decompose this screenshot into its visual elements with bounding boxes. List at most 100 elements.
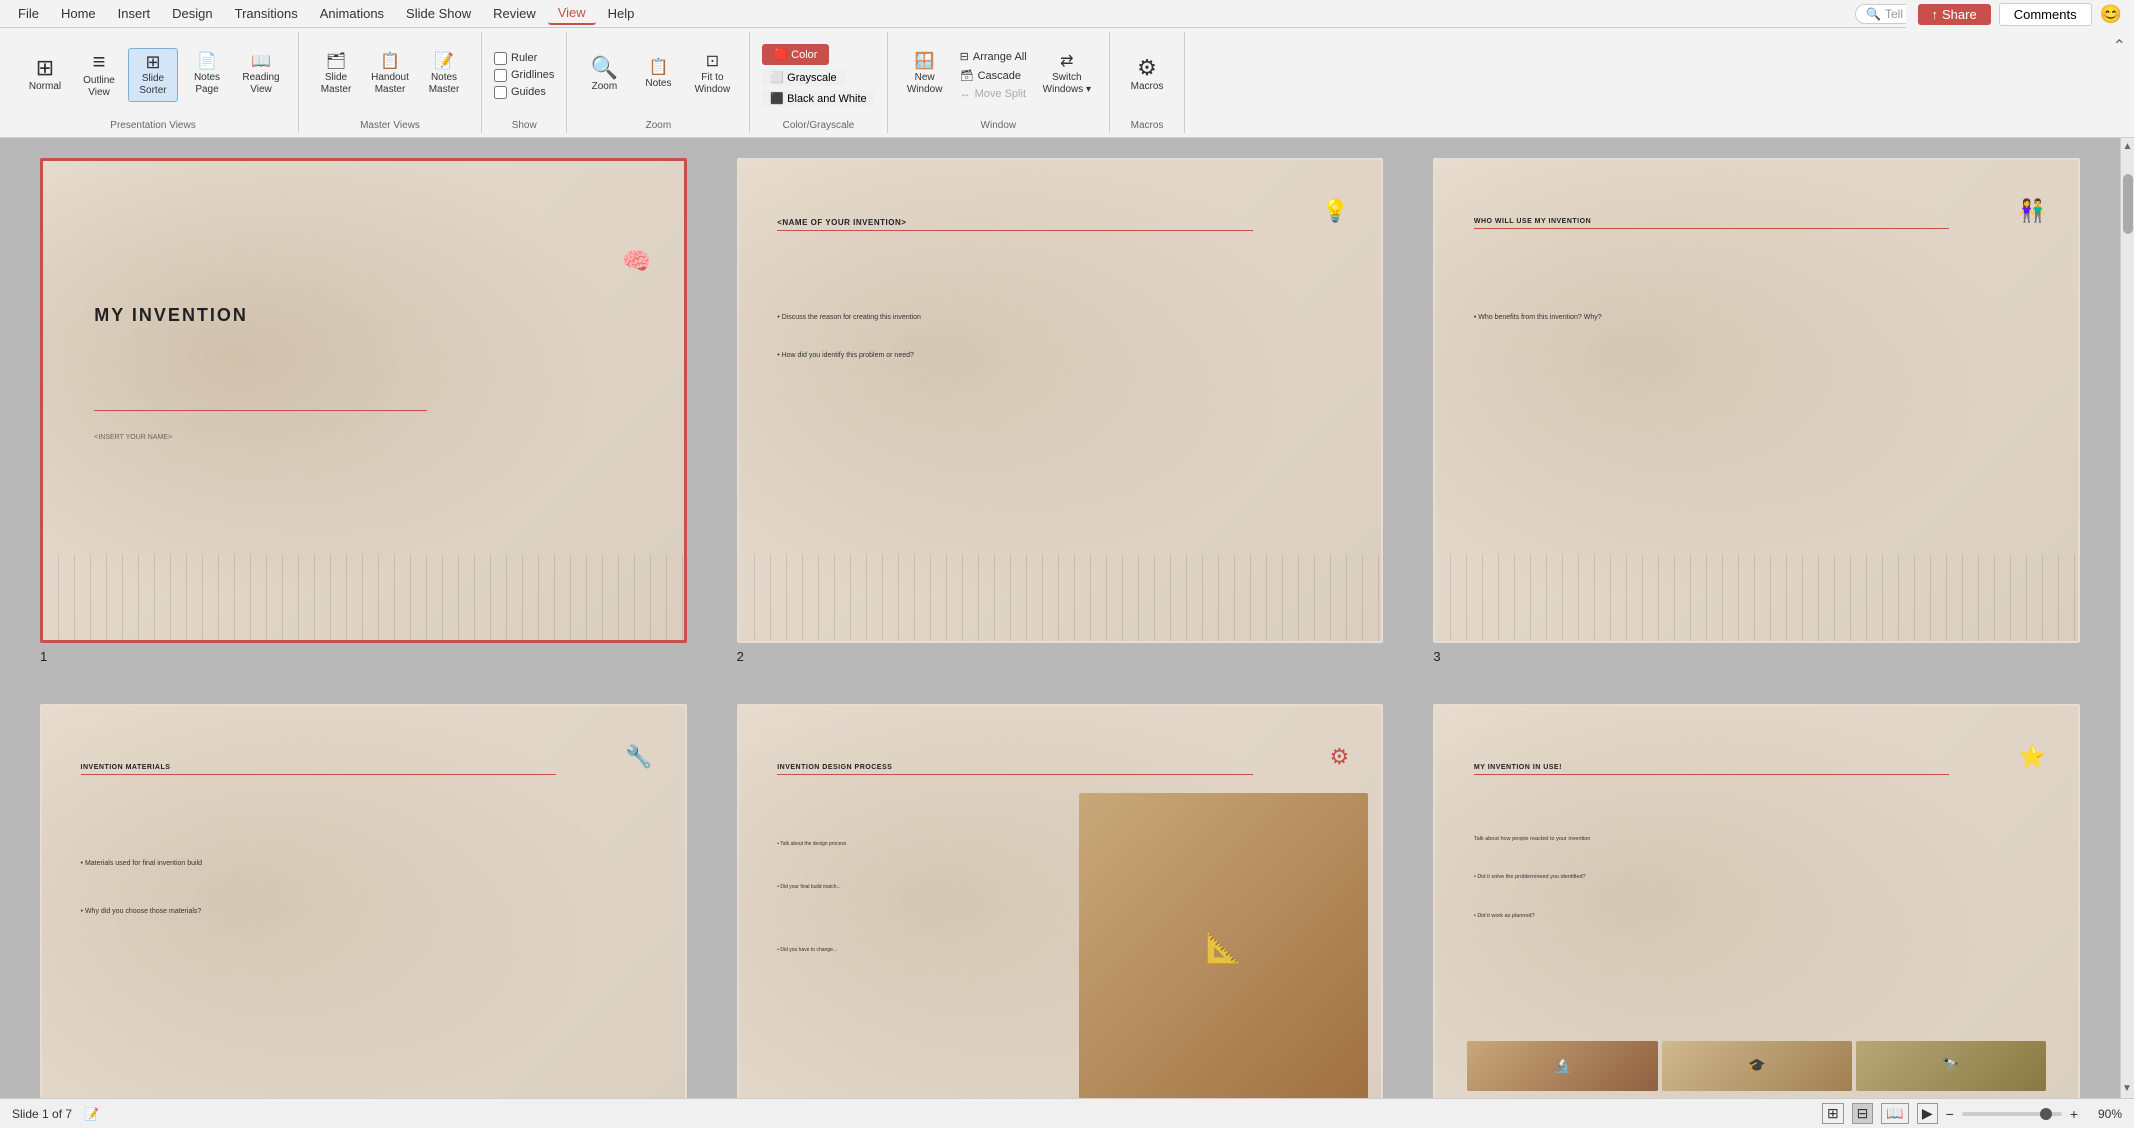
switch-windows-button[interactable]: ⇄ SwitchWindows ▾ xyxy=(1037,50,1097,100)
handout-master-button[interactable]: 📋 HandoutMaster xyxy=(365,50,415,100)
zoom-icon: 🔍 xyxy=(591,57,618,79)
slide-thumb-1[interactable]: MY INVENTION <INSERT YOUR NAME> 🧠 xyxy=(40,158,687,643)
slide-5-heading: INVENTION DESIGN PROCESS xyxy=(777,764,1253,775)
window-buttons: 🪟 NewWindow ⊟ Arrange All 🗃 Cascade ↔ Mo… xyxy=(900,32,1097,118)
slide-container-2: <NAME OF YOUR INVENTION> • Discuss the r… xyxy=(737,158,1384,664)
zoom-plus-button[interactable]: + xyxy=(2070,1106,2078,1122)
new-window-button[interactable]: 🪟 NewWindow xyxy=(900,50,950,100)
slide-3-icon: 👫 xyxy=(2018,198,2045,224)
ruler-checkbox[interactable]: Ruler xyxy=(494,51,537,66)
macros-buttons: ⚙ Macros xyxy=(1122,32,1172,118)
outline-view-button[interactable]: ≡ OutlineView xyxy=(74,47,124,103)
grayscale-button[interactable]: ⬜ Grayscale xyxy=(762,69,844,86)
menu-view[interactable]: View xyxy=(548,2,596,25)
status-slide-sorter-icon[interactable]: ⊟ xyxy=(1852,1103,1874,1124)
slide-1-redline xyxy=(94,410,427,411)
status-slide-show-icon[interactable]: ▶ xyxy=(1917,1103,1938,1124)
slide-5-icon: ⚙ xyxy=(1329,744,1349,770)
ribbon-expand-icon[interactable]: ⌃ xyxy=(2113,36,2126,56)
slide-4-heading: INVENTION MATERIALS xyxy=(81,764,557,775)
notes-master-button[interactable]: 📝 NotesMaster xyxy=(419,50,469,100)
notes-button[interactable]: 📋 Notes xyxy=(633,56,683,94)
slide-6-heading: MY INVENTION IN USE! xyxy=(1474,764,1950,775)
cascade-button[interactable]: 🗃 Cascade xyxy=(954,67,1033,84)
reading-view-icon: 📖 xyxy=(251,54,271,70)
zoom-level[interactable]: 90% xyxy=(2086,1107,2122,1121)
slide-sorter-button[interactable]: ⊞ SlideSorter xyxy=(128,48,178,102)
presentation-views-buttons: ⊞ Normal ≡ OutlineView ⊞ SlideSorter 📄 N… xyxy=(20,32,286,118)
menu-animations[interactable]: Animations xyxy=(310,3,394,24)
ruler-input[interactable] xyxy=(494,52,507,65)
emoji-icon: 😊 xyxy=(2100,4,2122,25)
slide-thumb-2[interactable]: <NAME OF YOUR INVENTION> • Discuss the r… xyxy=(737,158,1384,643)
status-normal-view-icon[interactable]: ⊞ xyxy=(1822,1103,1844,1124)
move-split-icon: ↔ xyxy=(960,88,971,100)
menu-home[interactable]: Home xyxy=(51,3,106,24)
zoom-slider-thumb xyxy=(2040,1108,2052,1120)
gridlines-input[interactable] xyxy=(494,69,507,82)
scrollbar-right[interactable]: ▲ ▼ xyxy=(2120,138,2134,1098)
notes-toggle-icon[interactable]: 📝 xyxy=(84,1107,99,1121)
search-icon: 🔍 xyxy=(1866,7,1881,21)
cascade-icon: 🗃 xyxy=(960,69,974,82)
color-buttons: 🟥 Color ⬜ Grayscale ⬛ Black and White xyxy=(762,32,874,118)
color-button[interactable]: 🟥 Color xyxy=(762,44,829,65)
ribbon-group-window: 🪟 NewWindow ⊟ Arrange All 🗃 Cascade ↔ Mo… xyxy=(888,32,1110,133)
guides-checkbox[interactable]: Guides xyxy=(494,85,546,100)
slide-info: Slide 1 of 7 xyxy=(12,1107,72,1121)
notes-page-button[interactable]: 📄 NotesPage xyxy=(182,50,232,100)
share-button[interactable]: ↑ Share xyxy=(1918,4,1991,25)
comments-button[interactable]: Comments xyxy=(1999,3,2092,26)
arrange-all-button[interactable]: ⊟ Arrange All xyxy=(954,48,1033,65)
scrollbar-thumb[interactable] xyxy=(2123,174,2133,234)
slide-number-1: 1 xyxy=(40,649,47,664)
ribbon-group-presentation-views: ⊞ Normal ≡ OutlineView ⊞ SlideSorter 📄 N… xyxy=(8,32,299,133)
status-bar-right: ⊞ ⊟ 📖 ▶ − + 90% xyxy=(1822,1103,2122,1124)
slide-number-2: 2 xyxy=(737,649,744,664)
slide-5-bullet1: • Talk about the design process xyxy=(777,841,1060,847)
menu-design[interactable]: Design xyxy=(162,3,222,24)
slide-thumb-4[interactable]: INVENTION MATERIALS • Materials used for… xyxy=(40,704,687,1098)
ribbon-group-master-views: 🗂 SlideMaster 📋 HandoutMaster 📝 NotesMas… xyxy=(299,32,482,133)
slide-thumb-6[interactable]: MY INVENTION IN USE! Talk about how peop… xyxy=(1433,704,2080,1098)
reading-view-button[interactable]: 📖 ReadingView xyxy=(236,50,286,100)
menu-transitions[interactable]: Transitions xyxy=(225,3,308,24)
move-split-button[interactable]: ↔ Move Split xyxy=(954,86,1033,102)
menu-slideshow[interactable]: Slide Show xyxy=(396,3,481,24)
fit-to-window-button[interactable]: ⊡ Fit toWindow xyxy=(687,50,737,100)
guides-input[interactable] xyxy=(494,86,507,99)
switch-windows-icon: ⇄ xyxy=(1060,54,1073,70)
arrange-all-icon: ⊟ xyxy=(960,50,969,63)
slide-master-button[interactable]: 🗂 SlideMaster xyxy=(311,50,361,100)
zoom-buttons: 🔍 Zoom 📋 Notes ⊡ Fit toWindow xyxy=(579,32,737,118)
scroll-up-button[interactable]: ▲ xyxy=(2121,138,2134,154)
ribbon-expand[interactable]: ⌃ xyxy=(2113,32,2126,133)
slide-2-floor xyxy=(739,554,1382,641)
slide-thumb-5[interactable]: INVENTION DESIGN PROCESS 📐 • Talk about … xyxy=(737,704,1384,1098)
status-reading-view-icon[interactable]: 📖 xyxy=(1881,1103,1908,1124)
slide-5-bullet3: • Did you have to change... xyxy=(777,947,1060,953)
slide-sorter-icon: ⊞ xyxy=(145,53,160,71)
menu-review[interactable]: Review xyxy=(483,3,546,24)
slide-6-images: 🔬 🎓 🔭 xyxy=(1467,1041,2045,1091)
slide-thumb-3[interactable]: WHO WILL USE MY INVENTION • Who benefits… xyxy=(1433,158,2080,643)
slide-3-floor xyxy=(1435,554,2078,641)
slide-1-icon: 🧠 xyxy=(622,247,652,276)
normal-view-button[interactable]: ⊞ Normal xyxy=(20,53,70,97)
master-views-buttons: 🗂 SlideMaster 📋 HandoutMaster 📝 NotesMas… xyxy=(311,32,469,118)
menu-file[interactable]: File xyxy=(8,3,49,24)
share-icon: ↑ xyxy=(1932,7,1939,22)
slide-number-3: 3 xyxy=(1433,649,1440,664)
menu-help[interactable]: Help xyxy=(598,3,645,24)
zoom-button[interactable]: 🔍 Zoom xyxy=(579,53,629,97)
zoom-slider[interactable] xyxy=(1962,1112,2062,1116)
black-white-button[interactable]: ⬛ Black and White xyxy=(762,90,874,107)
macros-button[interactable]: ⚙ Macros xyxy=(1122,53,1172,97)
fit-to-window-icon: ⊡ xyxy=(706,54,719,70)
slide-6-icon: ⭐ xyxy=(2018,744,2045,770)
zoom-minus-button[interactable]: − xyxy=(1946,1106,1954,1122)
menu-insert[interactable]: Insert xyxy=(108,3,161,24)
scroll-down-button[interactable]: ▼ xyxy=(2120,1080,2134,1096)
slide-6-bg: MY INVENTION IN USE! Talk about how peop… xyxy=(1435,706,2078,1098)
gridlines-checkbox[interactable]: Gridlines xyxy=(494,68,554,83)
